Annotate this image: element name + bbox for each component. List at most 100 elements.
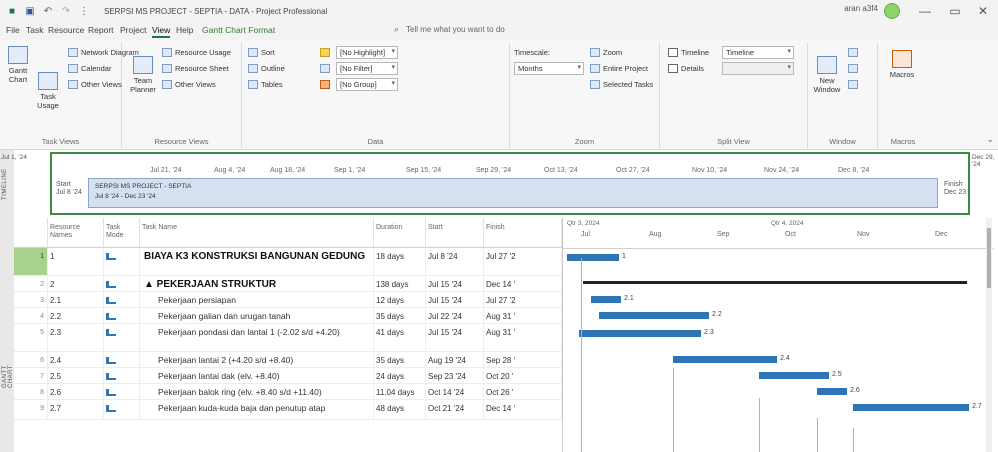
task-mode-cell[interactable] — [104, 276, 140, 291]
resource-names-cell[interactable]: 2.6 — [48, 384, 104, 399]
finish-cell[interactable]: Oct 26 ' — [484, 384, 562, 399]
finish-cell[interactable]: Jul 27 '2 — [484, 292, 562, 307]
tab-view[interactable]: View — [152, 25, 171, 38]
gantt-chart-button[interactable]: Gantt Chart — [4, 46, 32, 84]
finish-cell[interactable]: Sep 28 ' — [484, 352, 562, 367]
row-number-cell[interactable]: 7 — [14, 368, 48, 383]
table-row[interactable]: 2 2 ▲ PEKERJAAN STRUKTUR 138 days Jul 15 '24… — [14, 276, 562, 292]
table-row[interactable]: 3 2.1 Pekerjaan persiapan 12 days Jul 15 '24… — [14, 292, 562, 308]
finish-cell[interactable]: Jul 27 '2 — [484, 248, 562, 275]
task-bar[interactable] — [817, 388, 847, 395]
arrange-all-icon[interactable] — [848, 64, 861, 73]
header-task-mode[interactable]: Task Mode — [104, 218, 140, 248]
start-cell[interactable]: Jul 15 '24 — [426, 324, 484, 351]
entire-project-button[interactable]: Entire Project — [590, 64, 648, 73]
highlight-combo[interactable]: [No Highlight] ▾ — [336, 46, 398, 59]
tables-button[interactable]: Tables — [248, 80, 283, 89]
tab-resource[interactable]: Resource — [48, 25, 84, 35]
task-mode-cell[interactable] — [104, 324, 140, 351]
task-mode-cell[interactable] — [104, 248, 140, 275]
tab-help[interactable]: Help — [176, 25, 193, 35]
task-name-cell[interactable]: ▲ PEKERJAAN STRUKTUR — [140, 276, 374, 291]
start-cell[interactable]: Jul 15 '24 — [426, 292, 484, 307]
timeline-view-combo[interactable]: Timeline ▾ — [722, 46, 794, 59]
resource-names-cell[interactable]: 2.4 — [48, 352, 104, 367]
duration-cell[interactable]: 12 days — [374, 292, 426, 307]
task-mode-cell[interactable] — [104, 292, 140, 307]
table-row[interactable]: 6 2.4 Pekerjaan lantai 2 (+4.20 s/d +8.40)… — [14, 352, 562, 368]
task-name-cell[interactable]: Pekerjaan persiapan — [140, 292, 374, 307]
user-name[interactable]: aran a3f4 — [844, 4, 878, 13]
start-cell[interactable]: Jul 8 '24 — [426, 248, 484, 275]
row-number-cell[interactable]: 8 — [14, 384, 48, 399]
macros-button[interactable]: Macros — [884, 50, 920, 79]
duration-cell[interactable]: 138 days — [374, 276, 426, 291]
resource-names-cell[interactable]: 2.5 — [48, 368, 104, 383]
zoom-button[interactable]: Zoom — [590, 48, 622, 57]
task-mode-cell[interactable] — [104, 352, 140, 367]
start-cell[interactable]: Oct 21 '24 — [426, 400, 484, 419]
duration-cell[interactable]: 35 days — [374, 352, 426, 367]
start-cell[interactable]: Sep 23 '24 — [426, 368, 484, 383]
table-row[interactable]: 8 2.6 Pekerjaan balok ring (elv. +8.40 s/d… — [14, 384, 562, 400]
hide-window-icon[interactable] — [848, 80, 861, 89]
finish-cell[interactable]: Dec 14 ' — [484, 276, 562, 291]
task-name-cell[interactable]: BIAYA K3 KONSTRUKSI BANGUNAN GEDUNG — [140, 248, 374, 275]
outline-button[interactable]: Outline — [248, 64, 285, 73]
duration-cell[interactable]: 11.04 days — [374, 384, 426, 399]
gantt-chart[interactable]: Qtr 3, 2024 Qtr 4, 2024 Jul Aug Sep Oct … — [562, 218, 993, 452]
tab-gantt-chart-format[interactable]: Gantt Chart Format — [202, 25, 275, 35]
timescale-combo[interactable]: Months ▾ — [514, 62, 584, 75]
task-bar[interactable] — [567, 254, 619, 261]
row-number-cell[interactable]: 6 — [14, 352, 48, 367]
resource-names-cell[interactable]: 2 — [48, 276, 104, 291]
close-button[interactable]: ✕ — [974, 2, 992, 20]
task-name-cell[interactable]: Pekerjaan pondasi dan lantai 1 (-2.02 s/… — [140, 324, 374, 351]
tab-project[interactable]: Project — [120, 25, 146, 35]
task-usage-button[interactable]: Task Usage — [34, 72, 62, 110]
duration-cell[interactable]: 24 days — [374, 368, 426, 383]
task-name-cell[interactable]: Pekerjaan lantai 2 (+4.20 s/d +8.40) — [140, 352, 374, 367]
finish-cell[interactable]: Dec 14 ' — [484, 400, 562, 419]
task-name-cell[interactable]: Pekerjaan galian dan urugan tanah — [140, 308, 374, 323]
resource-names-cell[interactable]: 1 — [48, 248, 104, 275]
details-checkbox[interactable]: Details — [668, 64, 704, 73]
group-combo[interactable]: [No Group] ▾ — [336, 78, 398, 91]
task-mode-cell[interactable] — [104, 400, 140, 419]
task-bar[interactable] — [599, 312, 709, 319]
task-bar[interactable] — [673, 356, 777, 363]
tell-me-box[interactable]: Tell me what you want to do — [406, 25, 505, 34]
calendar-button[interactable]: Calendar — [68, 64, 111, 73]
table-row[interactable]: 5 2.3 Pekerjaan pondasi dan lantai 1 (-2.0… — [14, 324, 562, 352]
timeline-pane[interactable]: TIMELINE Jul 1, '24 Jul 21, '24 Aug 4, '… — [0, 150, 998, 218]
start-cell[interactable]: Aug 19 '24 — [426, 352, 484, 367]
resource-sheet-button[interactable]: Resource Sheet — [162, 64, 229, 73]
header-finish[interactable]: Finish — [484, 218, 562, 248]
duration-cell[interactable]: 48 days — [374, 400, 426, 419]
selected-tasks-button[interactable]: Selected Tasks — [590, 80, 653, 89]
tab-file[interactable]: File — [6, 25, 20, 35]
resource-names-cell[interactable]: 2.1 — [48, 292, 104, 307]
resource-names-cell[interactable]: 2.7 — [48, 400, 104, 419]
summary-bar[interactable] — [583, 281, 967, 284]
tab-task[interactable]: Task — [26, 25, 43, 35]
task-bar[interactable] — [591, 296, 621, 303]
header-task-name[interactable]: Task Name — [140, 218, 374, 248]
resource-usage-button[interactable]: Resource Usage — [162, 48, 231, 57]
collapse-ribbon-icon[interactable]: ⌄ — [986, 134, 994, 145]
resource-names-cell[interactable]: 2.3 — [48, 324, 104, 351]
task-mode-cell[interactable] — [104, 308, 140, 323]
start-cell[interactable]: Jul 22 '24 — [426, 308, 484, 323]
finish-cell[interactable]: Aug 31 ' — [484, 324, 562, 351]
redo-icon[interactable]: ↷ — [60, 5, 72, 17]
finish-cell[interactable]: Aug 31 ' — [484, 308, 562, 323]
tab-report[interactable]: Report — [88, 25, 114, 35]
other-task-views-button[interactable]: Other Views — [68, 80, 122, 89]
table-row[interactable]: 7 2.5 Pekerjaan lantai dak (elv. +8.40) 24 … — [14, 368, 562, 384]
task-name-cell[interactable]: Pekerjaan lantai dak (elv. +8.40) — [140, 368, 374, 383]
task-bar[interactable] — [853, 404, 969, 411]
task-mode-cell[interactable] — [104, 368, 140, 383]
save-icon[interactable]: ▣ — [24, 5, 36, 17]
table-row[interactable]: 9 2.7 Pekerjaan kuda-kuda baja dan penutup… — [14, 400, 562, 420]
avatar[interactable] — [884, 3, 900, 19]
